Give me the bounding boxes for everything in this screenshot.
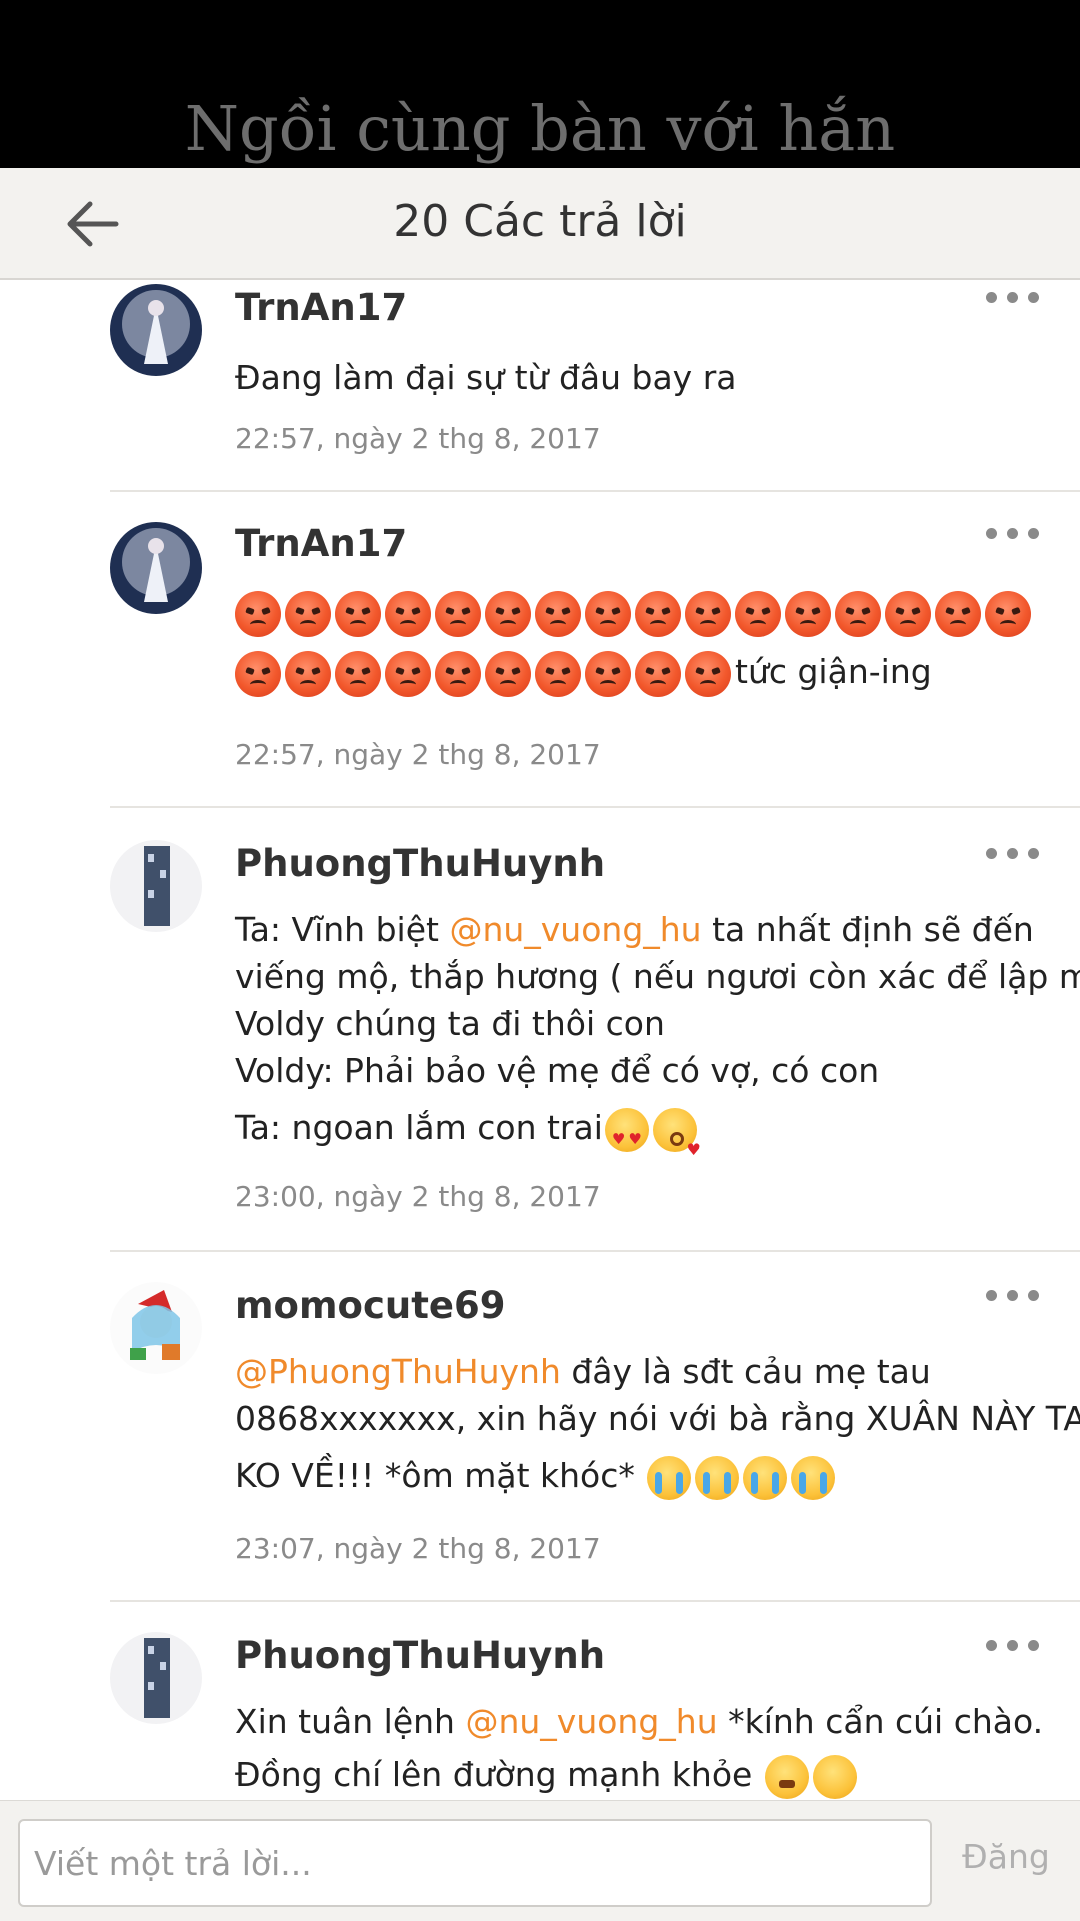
username[interactable]: TrnAn17 [235, 286, 407, 329]
angry-emoji-icon [985, 590, 1031, 637]
angry-emoji-icon [285, 590, 331, 637]
kiss-emoji-icon [652, 1107, 701, 1173]
comment-text: tức giận-ing [735, 652, 932, 691]
comment-item: PhuongThuHuynh Ta: Vĩnh biệt @nu_vuong_h… [0, 808, 1080, 1252]
angry-emoji-icon [335, 590, 381, 637]
comment-text: Đang làm đại sự từ đâu bay ra [235, 358, 737, 397]
comment-text: viếng mộ, thắp hương ( nếu ngươi còn xác… [235, 957, 1080, 996]
username[interactable]: PhuongThuHuynh [235, 842, 605, 885]
comment-text: Ta: Vĩnh biệt [235, 910, 450, 949]
angry-emoji-icon [485, 590, 531, 637]
angry-emoji-icon [535, 590, 581, 637]
story-backdrop: Ngồi cùng bàn với hắn [0, 0, 1080, 168]
story-title: Ngồi cùng bàn với hắn [184, 92, 896, 165]
comment-text: ta nhất định sẽ đến [701, 910, 1034, 949]
comment-item: TrnAn17 Đang làm đại sự từ đâu bay ra 22… [0, 280, 1080, 492]
comment-text: Đồng chí lên đường mạnh khỏe [235, 1755, 763, 1794]
comment-body: Xin tuân lệnh @nu_vuong_hu *kính cẩn cúi… [235, 1698, 1055, 1799]
comment-item: momocute69 @PhuongThuHuynh đây là sđt cả… [0, 1252, 1080, 1602]
angry-emoji-icon [385, 650, 431, 697]
angry-emoji-row [235, 588, 1055, 648]
post-button[interactable]: Đăng [946, 1837, 1066, 1876]
crying-emoji-icon [791, 1455, 836, 1500]
angry-emoji-icon [685, 590, 731, 637]
more-options-button[interactable] [986, 288, 1050, 312]
replies-header: 20 Các trả lời [0, 168, 1080, 280]
triumph-emoji-icon [764, 1754, 809, 1799]
username[interactable]: PhuongThuHuynh [235, 1634, 605, 1677]
crying-emoji-icon [647, 1455, 692, 1500]
comment-text: Ta: ngoan lắm con trai [235, 1108, 603, 1147]
angry-emoji-icon [635, 650, 681, 697]
angry-emoji-icon [735, 590, 781, 637]
angry-emoji-icon [585, 590, 631, 637]
more-options-button[interactable] [986, 524, 1050, 548]
comment-body: Ta: Vĩnh biệt @nu_vuong_hu ta nhất định … [235, 906, 1080, 1173]
timestamp: 22:57, ngày 2 thg 8, 2017 [235, 738, 601, 771]
timestamp: 23:07, ngày 2 thg 8, 2017 [235, 1532, 601, 1565]
heart-eyes-emoji-icon [604, 1107, 649, 1163]
avatar[interactable] [110, 1632, 202, 1724]
reply-input[interactable] [18, 1819, 932, 1907]
avatar[interactable] [110, 284, 202, 376]
avatar[interactable] [110, 522, 202, 614]
comment-item: PhuongThuHuynh Xin tuân lệnh @nu_vuong_h… [0, 1602, 1080, 1800]
comment-text: đây là sđt cảu mẹ tau [560, 1352, 931, 1391]
comment-body: Đang làm đại sự từ đâu bay ra [235, 354, 1055, 401]
username[interactable]: TrnAn17 [235, 522, 407, 565]
angry-emoji-icon [935, 590, 981, 637]
page-title: 20 Các trả lời [393, 196, 687, 247]
angry-emoji-icon [385, 590, 431, 637]
crying-emoji-icon [743, 1455, 788, 1500]
comment-text: Voldy chúng ta đi thôi con [235, 1004, 665, 1043]
comment-body: @PhuongThuHuynh đây là sđt cảu mẹ tau 08… [235, 1348, 1080, 1500]
timestamp: 23:00, ngày 2 thg 8, 2017 [235, 1180, 601, 1213]
angry-emoji-icon [885, 590, 931, 637]
avatar[interactable] [110, 840, 202, 932]
replies-list[interactable]: TrnAn17 Đang làm đại sự từ đâu bay ra 22… [0, 280, 1080, 1800]
angry-emoji-icon [435, 650, 481, 697]
reply-composer: Đăng [0, 1800, 1080, 1921]
angry-emoji-icon [285, 650, 331, 697]
comment-body: tức giận-ing [235, 588, 1055, 708]
mention-link[interactable]: @nu_vuong_hu [449, 910, 701, 949]
angry-emoji-row: tức giận-ing [235, 648, 1055, 708]
timestamp: 22:57, ngày 2 thg 8, 2017 [235, 422, 601, 455]
comment-text: Voldy: Phải bảo vệ mẹ để có vợ, có con [235, 1051, 880, 1090]
mention-link[interactable]: @nu_vuong_hu [465, 1702, 717, 1741]
angry-emoji-icon [235, 590, 281, 637]
comment-item: TrnAn17 tức giận-ing 22:57, ngày 2 thg 8… [0, 492, 1080, 808]
more-options-button[interactable] [986, 1286, 1050, 1310]
angry-emoji-icon [235, 650, 281, 697]
angry-emoji-icon [685, 650, 731, 697]
angry-emoji-icon [835, 590, 881, 637]
angry-emoji-icon [485, 650, 531, 697]
username[interactable]: momocute69 [235, 1284, 506, 1327]
comment-text: 0868xxxxxxx, xin hãy nói với bà rằng XUÂ… [235, 1399, 1080, 1438]
more-options-button[interactable] [986, 1636, 1050, 1660]
angry-emoji-icon [635, 590, 681, 637]
comment-text: *kính cẩn cúi chào. [717, 1702, 1044, 1741]
angry-emoji-icon [785, 590, 831, 637]
avatar[interactable] [110, 1282, 202, 1374]
comment-text: Xin tuân lệnh [235, 1702, 466, 1741]
comment-text: KO VỀ!!! *ôm mặt khóc* [235, 1456, 646, 1495]
angry-emoji-icon [435, 590, 481, 637]
more-options-button[interactable] [986, 844, 1050, 868]
crying-emoji-icon [695, 1455, 740, 1500]
angry-emoji-icon [335, 650, 381, 697]
bowing-person-emoji-icon [812, 1754, 857, 1799]
angry-emoji-icon [535, 650, 581, 697]
mention-link[interactable]: @PhuongThuHuynh [235, 1352, 561, 1391]
angry-emoji-icon [585, 650, 631, 697]
